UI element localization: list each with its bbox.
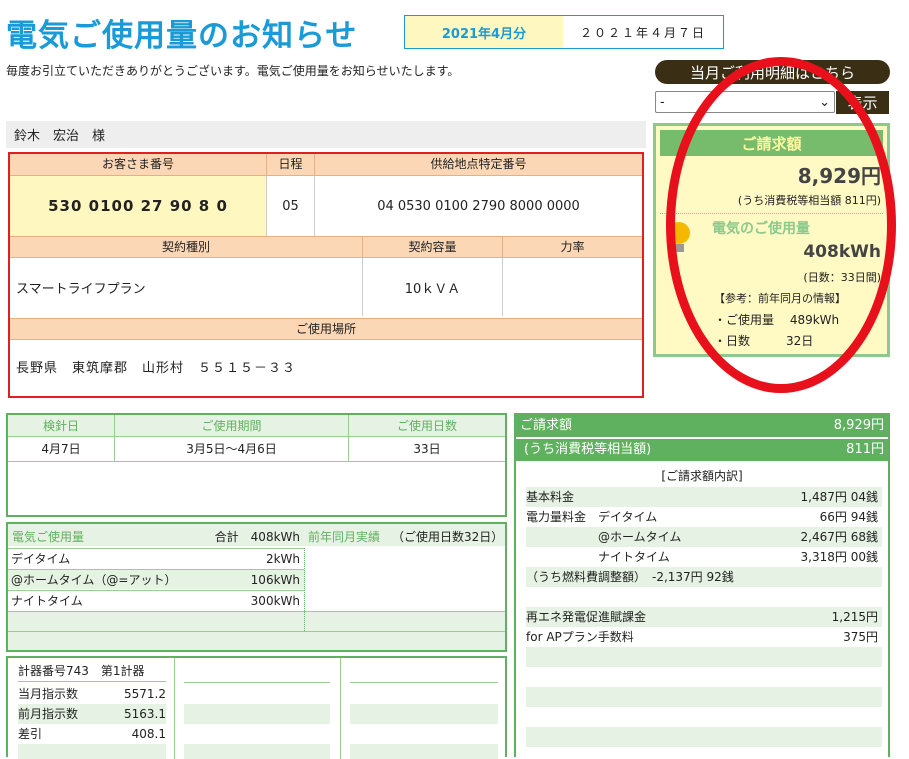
usage-days-label: ご使用日数	[348, 415, 505, 437]
breakdown-row	[526, 587, 882, 607]
power-factor-value	[502, 258, 642, 316]
select-value: -	[660, 94, 665, 110]
meter-reading-table: 検針日 ご使用期間 ご使用日数 4月7日 3月5日～4月6日 33日	[6, 413, 507, 517]
usage-table: 電気ご使用量 合計 408kWh 前年同月実績 （ご使用日数32日） デイタイム…	[6, 522, 507, 652]
meter-id: 計器番号743 第1計器	[18, 662, 166, 682]
usage-total: 合計 408kWh	[214, 530, 300, 544]
customer-name: 鈴木 宏治 様	[6, 121, 646, 148]
breakdown-row: 基本料金 1,487円 04銭	[526, 487, 882, 507]
breakdown-row: for APプラン手数料 375円	[526, 630, 878, 644]
usage-period-label: ご使用期間	[114, 415, 348, 437]
billing-header: ご請求額 8,929円	[516, 415, 888, 437]
supply-point-label: 供給地点特定番号	[314, 154, 642, 176]
greeting-text: 毎度お引立ていただきありがとうございます。電気ご使用量をお知らせいたします。	[6, 64, 460, 78]
customer-info-box: お客さま番号 日程 供給地点特定番号 530 0100 27 90 8 0 05…	[8, 152, 644, 398]
schedule-value: 05	[266, 176, 314, 236]
breakdown-rows: 基本料金 1,487円 04銭 電力量料金 デイタイム 66円 94銭 @ホームタイ…	[526, 487, 882, 747]
capacity-label: 契約容量	[362, 236, 502, 258]
prev-year-days: （ご使用日数32日）	[392, 530, 504, 544]
gauge-row: 前月指示数 5163.1	[18, 704, 166, 724]
issue-date: ２０２１年４月７日	[579, 25, 706, 40]
reading-date: 4月7日	[41, 442, 81, 456]
breakdown-row: 電力量料金 デイタイム 66円 94銭	[526, 510, 878, 524]
billing-table: ご請求額 8,929円 (うち消費税等相当額) 811円 [ご請求額内訳] 基本料金…	[514, 413, 890, 757]
breakdown-row: ナイトタイム 3,318円 00銭	[526, 550, 878, 564]
capacity-value: 10ｋＶＡ	[362, 258, 502, 316]
page-title: 電気ご使用量のお知らせ	[6, 18, 358, 54]
billing-tax-row: (うち消費税等相当額) 811円	[516, 439, 888, 461]
gauge-row: 差引 408.1	[18, 727, 166, 741]
usage-place-label: ご使用場所	[10, 318, 642, 340]
breakdown-title: [ご請求額内訳]	[661, 469, 743, 483]
power-factor-label: 力率	[502, 236, 642, 258]
usage-place: 長野県 東筑摩郡 山形村 ５５１５－３３	[16, 360, 297, 376]
billing-period: 2021年4月分 ２０２１年４月７日	[404, 15, 724, 49]
reading-date-label: 検針日	[42, 419, 79, 433]
prev-year-label: 前年同月実績	[308, 530, 381, 544]
usage-table-label: 電気ご使用量	[12, 530, 85, 544]
customer-no-label: お客さま番号	[10, 154, 266, 176]
usage-row: デイタイム 2kWh	[8, 548, 304, 568]
usage-row: ナイトタイム 300kWh	[8, 590, 304, 610]
usage-period: 3月5日～4月6日	[114, 437, 348, 461]
usage-row: @ホームタイム（@=アット） 106kWh	[8, 569, 304, 589]
supply-point-number: 04 0530 0100 2790 8000 0000	[314, 176, 642, 236]
breakdown-row: @ホームタイム 2,467円 68銭	[526, 527, 882, 547]
contract-type: スマートライフプラン	[16, 281, 146, 297]
gauge-table: 計器番号743 第1計器 当月指示数 5571.2 前月指示数 5163.1 差引 4…	[6, 656, 507, 759]
breakdown-row: （うち燃料費調整額） -2,137円 92銭	[526, 567, 882, 587]
customer-number: 530 0100 27 90 8 0	[10, 176, 266, 236]
contract-type-label: 契約種別	[10, 236, 362, 258]
breakdown-row: 再エネ発電促進賦課金 1,215円	[526, 607, 882, 627]
usage-days: 33日	[348, 437, 505, 461]
gauge-row: 当月指示数 5571.2	[18, 687, 166, 701]
billing-month: 2021年4月分	[405, 16, 563, 48]
schedule-label: 日程	[266, 154, 314, 176]
highlight-circle	[666, 57, 896, 393]
